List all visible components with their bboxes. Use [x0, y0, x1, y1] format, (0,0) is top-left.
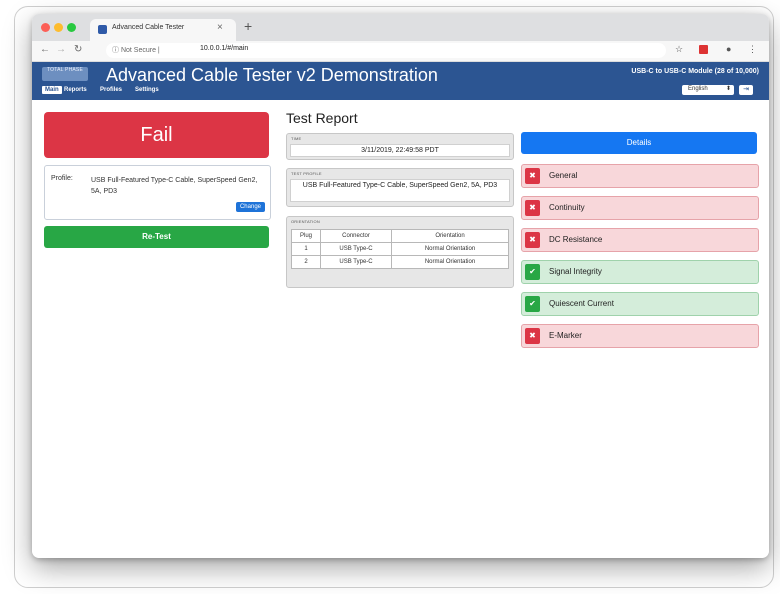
url-field[interactable]: ⓘ Not Secure | 10.0.0.1/#/main: [106, 43, 666, 58]
time-value: 3/11/2019, 22:49:58 PDT: [290, 144, 510, 157]
back-icon[interactable]: ←: [40, 44, 50, 55]
result-continuity[interactable]: ✖ Continuity: [521, 196, 759, 220]
reload-icon[interactable]: ↻: [74, 44, 82, 55]
status-fail-banner: Fail: [44, 112, 269, 158]
col-connector: Connector: [320, 229, 392, 243]
cell-orientation: Normal Orientation: [391, 242, 509, 256]
language-value: English: [688, 86, 708, 92]
orientation-table: Plug Connector Orientation 1 USB Type-C …: [291, 229, 509, 269]
extension-icon[interactable]: [699, 45, 708, 54]
result-quiescent-current[interactable]: ✔ Quiescent Current: [521, 292, 759, 316]
new-tab-button[interactable]: +: [244, 18, 252, 34]
minimize-window-icon[interactable]: [54, 23, 63, 32]
retest-button[interactable]: Re-Test: [44, 226, 269, 248]
security-indicator[interactable]: ⓘ Not Secure |: [112, 45, 160, 55]
profile-label: Profile:: [51, 175, 73, 182]
cell-plug: 1: [291, 242, 321, 256]
favicon-icon: [98, 25, 107, 34]
menu-profiles[interactable]: Profiles: [100, 87, 122, 93]
logout-icon[interactable]: ⇥: [739, 85, 753, 95]
result-label: Signal Integrity: [549, 267, 602, 276]
table-row: 1 USB Type-C Normal Orientation: [291, 242, 509, 256]
account-icon[interactable]: ●: [726, 44, 731, 54]
language-select[interactable]: English ⬍: [682, 85, 734, 95]
cell-plug: 2: [291, 255, 321, 269]
pass-check-icon: ✔: [525, 296, 540, 312]
test-profile-value: USB Full-Featured Type-C Cable, SuperSpe…: [290, 179, 510, 202]
orientation-card: ORIENTATION Plug Connector Orientation 1…: [286, 216, 514, 288]
profile-panel: Profile: USB Full-Featured Type-C Cable,…: [44, 165, 271, 220]
profile-value: USB Full-Featured Type-C Cable, SuperSpe…: [91, 177, 258, 195]
fail-x-icon: ✖: [525, 232, 540, 248]
cell-connector: USB Type-C: [320, 255, 392, 269]
result-label: Continuity: [549, 203, 585, 212]
module-info: USB-C to USB-C Module (28 of 10,000): [631, 68, 759, 75]
details-button[interactable]: Details: [521, 132, 757, 154]
tab-close-icon[interactable]: ×: [217, 22, 223, 33]
orientation-label: ORIENTATION: [291, 219, 320, 224]
close-window-icon[interactable]: [41, 23, 50, 32]
result-signal-integrity[interactable]: ✔ Signal Integrity: [521, 260, 759, 284]
result-dc-resistance[interactable]: ✖ DC Resistance: [521, 228, 759, 252]
time-label: TIME: [291, 136, 302, 141]
result-e-marker[interactable]: ✖ E-Marker: [521, 324, 759, 348]
change-profile-button[interactable]: Change: [235, 202, 265, 212]
pass-check-icon: ✔: [525, 264, 540, 280]
app-title: Advanced Cable Tester v2 Demonstration: [106, 65, 438, 85]
app-header: TOTAL PHASE Advanced Cable Tester v2 Dem…: [32, 62, 769, 100]
tab-bar: Advanced Cable Tester × +: [32, 14, 769, 41]
fail-x-icon: ✖: [525, 168, 540, 184]
bookmark-star-icon[interactable]: ☆: [675, 44, 683, 55]
tab-title: Advanced Cable Tester: [112, 24, 185, 31]
cell-orientation: Normal Orientation: [391, 255, 509, 269]
address-bar: ← → ↻ ⓘ Not Secure | 10.0.0.1/#/main ☆ ●…: [32, 41, 769, 62]
fail-x-icon: ✖: [525, 328, 540, 344]
browser-tab[interactable]: Advanced Cable Tester ×: [90, 19, 236, 41]
menu-main[interactable]: Main: [42, 86, 62, 94]
maximize-window-icon[interactable]: [67, 23, 76, 32]
test-profile-card: TEST PROFILE USB Full-Featured Type-C Ca…: [286, 168, 514, 207]
forward-icon[interactable]: →: [56, 44, 66, 55]
time-card: TIME 3/11/2019, 22:49:58 PDT: [286, 133, 514, 160]
table-header-row: Plug Connector Orientation: [291, 229, 509, 243]
menu-settings[interactable]: Settings: [135, 87, 159, 93]
fail-x-icon: ✖: [525, 200, 540, 216]
result-label: DC Resistance: [549, 235, 603, 244]
browser-menu-icon[interactable]: ⋮: [748, 44, 757, 55]
col-plug: Plug: [291, 229, 321, 243]
col-orientation: Orientation: [391, 229, 509, 243]
report-title: Test Report: [286, 110, 358, 126]
browser-window: Advanced Cable Tester × + ← → ↻ ⓘ Not Se…: [32, 14, 769, 558]
result-label: Quiescent Current: [549, 299, 614, 308]
company-logo: TOTAL PHASE: [42, 67, 88, 81]
result-label: General: [549, 171, 578, 180]
menu-reports[interactable]: Reports: [64, 87, 87, 93]
url-text: 10.0.0.1/#/main: [200, 45, 249, 52]
result-label: E-Marker: [549, 331, 582, 340]
cell-connector: USB Type-C: [320, 242, 392, 256]
select-arrows-icon: ⬍: [725, 86, 731, 92]
table-row: 2 USB Type-C Normal Orientation: [291, 255, 509, 269]
result-general[interactable]: ✖ General: [521, 164, 759, 188]
test-profile-label: TEST PROFILE: [291, 171, 322, 176]
